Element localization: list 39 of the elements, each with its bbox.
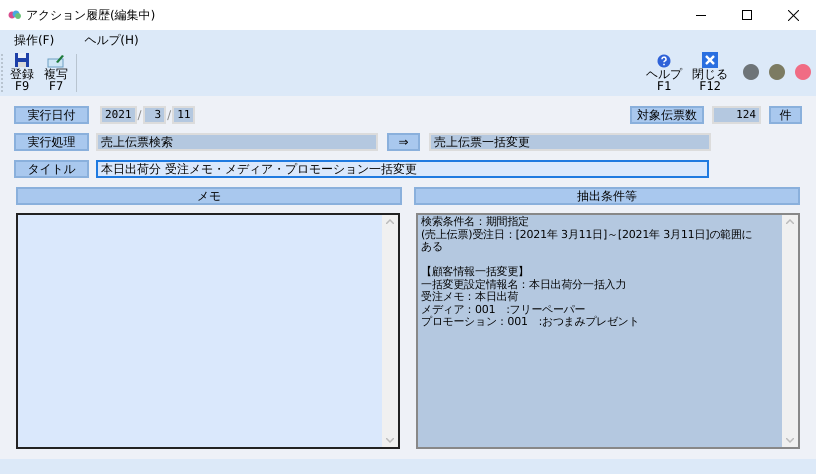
close-icon: [702, 52, 718, 68]
arrow-button[interactable]: ⇒: [387, 133, 420, 152]
title-field[interactable]: 本日出荷分 受注メモ・メディア・プロモーション一括変更: [96, 160, 709, 178]
condition-line: 検索条件名：期間指定: [421, 216, 530, 228]
date-label[interactable]: 実行日付: [14, 106, 89, 124]
toolbar-button[interactable]: 閉じる F12: [690, 52, 730, 92]
day-field[interactable]: 11: [172, 106, 196, 124]
minimize-icon[interactable]: [696, 14, 706, 16]
unit-label[interactable]: 件: [769, 106, 802, 124]
year-field[interactable]: 2021: [100, 106, 136, 124]
count-field[interactable]: 124: [712, 106, 761, 124]
target-process-field[interactable]: 売上伝票一括変更: [429, 133, 711, 152]
date-separator: /: [167, 108, 172, 122]
condition-line: (売上伝票)受注日：[2021年 3月11日]～[2021年 3月11日]の範囲に: [421, 228, 754, 242]
condition-line: プロモーション：001 :おつまみプレゼント: [421, 316, 640, 329]
toolbar-button[interactable]: ヘルプ F1: [644, 52, 684, 92]
month-field[interactable]: 3: [142, 106, 166, 124]
maximize-icon[interactable]: [742, 10, 752, 20]
document-pen-icon: [47, 54, 65, 68]
toolbar-button[interactable]: 登録 F9: [8, 52, 36, 92]
condition-line: 一括変更設定情報名：本日出荷分一括入力: [421, 278, 628, 291]
window-title: アクション履歴(編集中): [26, 6, 156, 24]
help-icon: [657, 54, 671, 68]
date-separator: /: [138, 108, 142, 122]
menu-item[interactable]: 操作(F): [8, 32, 60, 50]
condition-line: 【顧客情報一括変更】: [421, 266, 530, 278]
process-label[interactable]: 実行処理: [14, 133, 89, 152]
source-process-field[interactable]: 売上伝票検索: [96, 133, 378, 152]
toolbar-button[interactable]: 複写 F7: [42, 52, 70, 92]
app-icon: [8, 10, 22, 20]
title-label[interactable]: タイトル: [14, 160, 89, 178]
condition-line: 受注メモ：本日出荷: [421, 291, 520, 304]
count-label[interactable]: 対象伝票数: [630, 106, 704, 124]
memo-header[interactable]: メモ: [16, 187, 402, 206]
condition-line: ある: [421, 241, 444, 254]
menu-item[interactable]: ヘルプ(H): [78, 32, 145, 50]
condition-line: メディア：001 :フリーペーパー: [421, 304, 586, 316]
conditions-header[interactable]: 抽出条件等: [414, 187, 800, 206]
close-icon[interactable]: [788, 10, 798, 20]
